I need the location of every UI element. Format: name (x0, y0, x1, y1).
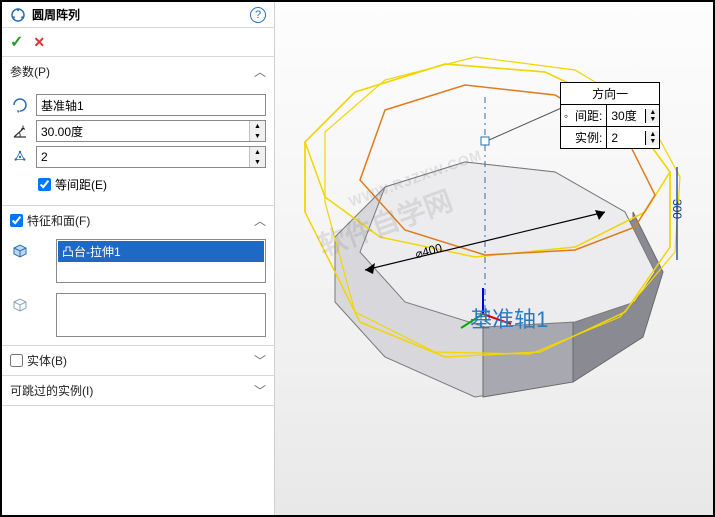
axis-value: 基准轴1 (37, 95, 265, 115)
equal-spacing-checkbox[interactable] (38, 178, 51, 191)
direction-callout[interactable]: 方向一 ◦ 间距: 30度 ▲▼ 实例: 2 ▲▼ (560, 82, 660, 149)
feature-icon (10, 241, 30, 261)
bodies-checkbox[interactable] (10, 354, 23, 367)
chevron-down-icon: ﹀ (254, 352, 266, 369)
help-button[interactable]: ? (250, 7, 266, 23)
features-list-row: 凸台-拉伸1 (10, 239, 266, 283)
face-icon (10, 295, 30, 315)
bodies-title: 实体(B) (27, 352, 254, 369)
ok-button[interactable]: ✓ (10, 32, 23, 52)
handle-dot-icon[interactable]: ◦ (561, 109, 571, 123)
callout-spacing-value[interactable]: 30度 (607, 105, 645, 126)
skippable-header[interactable]: 可跳过的实例(I) ﹀ (2, 376, 274, 405)
instances-spinner[interactable]: ▲▼ (249, 147, 265, 167)
circular-pattern-icon (10, 7, 26, 23)
viewport[interactable]: ⌀400 300 基准轴1 软件自学网 WWW.RJZXW.COM 方向一 ◦ … (275, 2, 713, 515)
axis-selector[interactable]: 基准轴1 (36, 94, 266, 116)
features-section: 特征和面(F) ︿ 凸台-拉伸1 (2, 206, 274, 346)
model-preview (275, 2, 713, 515)
panel-title: 圆周阵列 (32, 6, 250, 23)
callout-instances-spinner[interactable]: ▲▼ (645, 131, 659, 145)
panel-header: 圆周阵列 ? (2, 2, 274, 28)
instances-input[interactable]: ▲▼ (36, 146, 266, 168)
angle-spinner[interactable]: ▲▼ (249, 121, 265, 141)
callout-instances-label: 实例: (571, 127, 607, 148)
instances-icon (10, 147, 30, 167)
axis-icon (10, 95, 30, 115)
parameters-section: 参数(P) ︿ 基准轴1 A ▲▼ (2, 57, 274, 206)
side-dimension: 300 (670, 199, 684, 219)
faces-list-row (10, 293, 266, 337)
features-list[interactable]: 凸台-拉伸1 (56, 239, 266, 283)
angle-row: A ▲▼ (10, 120, 266, 142)
axis-label-overlay: 基准轴1 (470, 302, 548, 334)
instances-field[interactable] (37, 147, 249, 167)
callout-instances-row: 实例: 2 ▲▼ (561, 127, 659, 148)
bodies-header[interactable]: 实体(B) ﹀ (2, 346, 274, 375)
parameters-header[interactable]: 参数(P) ︿ (2, 57, 274, 86)
features-checkbox[interactable] (10, 214, 23, 227)
parameters-title: 参数(P) (10, 63, 254, 80)
equal-spacing-label: 等间距(E) (55, 176, 107, 193)
equal-spacing-row: 等间距(E) (38, 172, 266, 197)
bodies-section: 实体(B) ﹀ (2, 346, 274, 376)
svg-text:A: A (21, 126, 25, 132)
features-title: 特征和面(F) (27, 212, 254, 229)
callout-title: 方向一 (561, 83, 659, 105)
cancel-button[interactable]: ✕ (33, 34, 45, 51)
skippable-section: 可跳过的实例(I) ﹀ (2, 376, 274, 406)
chevron-up-icon: ︿ (254, 212, 266, 229)
action-row: ✓ ✕ (2, 28, 274, 57)
callout-spacing-row: ◦ 间距: 30度 ▲▼ (561, 105, 659, 127)
axis-row: 基准轴1 (10, 94, 266, 116)
callout-instances-value[interactable]: 2 (607, 129, 645, 147)
skippable-title: 可跳过的实例(I) (10, 382, 254, 399)
angle-field[interactable] (37, 121, 249, 141)
feature-item[interactable]: 凸台-拉伸1 (58, 241, 264, 262)
chevron-down-icon: ﹀ (254, 382, 266, 399)
callout-spacing-spinner[interactable]: ▲▼ (645, 109, 659, 123)
chevron-up-icon: ︿ (254, 63, 266, 80)
callout-spacing-label: 间距: (571, 105, 607, 126)
instances-row: ▲▼ (10, 146, 266, 168)
features-header[interactable]: 特征和面(F) ︿ (2, 206, 274, 235)
property-panel: 圆周阵列 ? ✓ ✕ 参数(P) ︿ 基准轴1 A (2, 2, 275, 515)
faces-list[interactable] (56, 293, 266, 337)
angle-icon: A (10, 121, 30, 141)
angle-input[interactable]: ▲▼ (36, 120, 266, 142)
